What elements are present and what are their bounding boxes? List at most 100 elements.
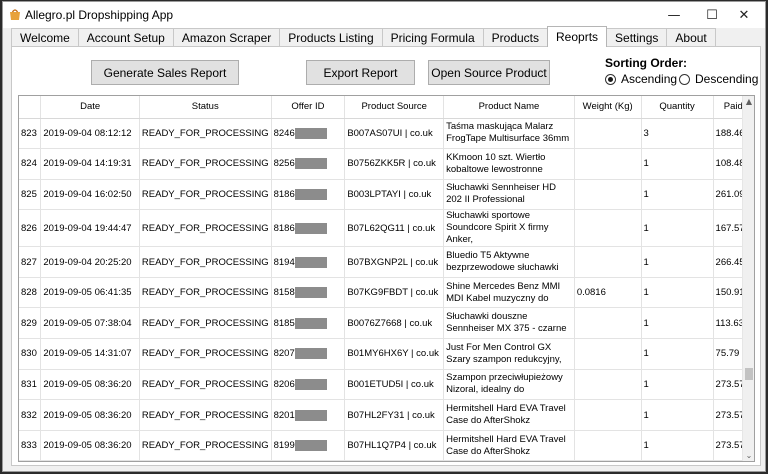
tab-welcome[interactable]: Welcome xyxy=(11,28,79,47)
row-number[interactable]: 824 xyxy=(19,148,42,180)
cell-product-name[interactable]: Słuchawki Sennheiser HD 202 II Professio… xyxy=(443,179,575,211)
cell-offer-id[interactable]: 8256 xyxy=(271,148,346,180)
cell-quantity[interactable]: 1 xyxy=(641,246,714,278)
tab-products[interactable]: Products xyxy=(482,28,549,47)
close-button[interactable]: ✕ xyxy=(721,2,765,28)
cell-status[interactable]: READY_FOR_PROCESSING xyxy=(139,118,272,150)
row-number[interactable]: 823 xyxy=(19,118,42,150)
cell-status[interactable]: READY_FOR_PROCESSING xyxy=(139,209,272,248)
cell-product-name[interactable]: Hermitshell Hard EVA Travel Case do Afte… xyxy=(443,430,575,461)
cell-offer-id[interactable]: 8186 xyxy=(271,179,346,211)
cell-weight[interactable] xyxy=(574,209,642,248)
cell-status[interactable]: READY_FOR_PROCESSING xyxy=(139,399,272,431)
table-row[interactable]: 830 2019-09-05 14:31:07 READY_FOR_PROCESSI… xyxy=(19,338,754,370)
cell-date[interactable]: 2019-09-04 08:12:12 xyxy=(40,118,140,150)
table-row[interactable]: 823 2019-09-04 08:12:12 READY_FOR_PROCESSI… xyxy=(19,118,754,150)
cell-product-source[interactable]: B0756ZKK5R | co.uk xyxy=(344,148,445,180)
cell-quantity[interactable]: 1 xyxy=(641,430,714,461)
cell-offer-id[interactable]: 8201 xyxy=(271,399,346,431)
row-number[interactable]: 829 xyxy=(19,307,42,340)
cell-weight[interactable] xyxy=(574,369,642,401)
row-number[interactable]: 828 xyxy=(19,277,42,309)
cell-product-name[interactable]: Słuchawki sportowe Soundcore Spirit X fi… xyxy=(443,209,575,248)
row-number[interactable]: 832 xyxy=(19,399,42,431)
orders-grid[interactable]: Date Status Offer ID Product Source Prod… xyxy=(18,95,755,462)
cell-product-source[interactable]: B0076Z7668 | co.uk xyxy=(344,307,445,340)
cell-quantity[interactable]: 1 xyxy=(641,338,714,370)
cell-product-source[interactable]: B003LPTAYI | co.uk xyxy=(344,179,445,211)
cell-offer-id[interactable]: 8199 xyxy=(271,430,346,461)
cell-weight[interactable] xyxy=(574,118,642,150)
row-number[interactable]: 830 xyxy=(19,338,42,370)
cell-status[interactable]: READY_FOR_PROCESSING xyxy=(139,369,272,401)
cell-offer-id[interactable]: 8185 xyxy=(271,307,346,340)
cell-product-name[interactable]: Taśma maskująca Malarz FrogTape Multisur… xyxy=(443,118,575,150)
cell-product-source[interactable]: B07HL1Q7P4 | co.uk xyxy=(344,430,445,461)
tab-amazon-scraper[interactable]: Amazon Scraper xyxy=(172,28,281,47)
column-header-quantity[interactable]: Quantity xyxy=(641,96,714,119)
cell-weight[interactable] xyxy=(574,307,642,340)
cell-status[interactable]: READY_FOR_PROCESSING xyxy=(139,338,272,370)
cell-status[interactable]: READY_FOR_PROCESSING xyxy=(139,246,272,278)
row-number[interactable]: 827 xyxy=(19,246,42,278)
table-row[interactable]: 826 2019-09-04 19:44:47 READY_FOR_PROCESSI… xyxy=(19,209,754,248)
cell-product-name[interactable]: Słuchawki douszne Sennheiser MX 375 - cz… xyxy=(443,307,575,340)
cell-weight[interactable] xyxy=(574,148,642,180)
cell-status[interactable]: READY_FOR_PROCESSING xyxy=(139,307,272,340)
cell-quantity[interactable]: 1 xyxy=(641,369,714,401)
cell-product-name[interactable]: Just For Men Control GX Szary szampon re… xyxy=(443,338,575,370)
column-header-date[interactable]: Date xyxy=(40,96,140,119)
table-row[interactable]: 824 2019-09-04 14:19:31 READY_FOR_PROCESSI… xyxy=(19,148,754,180)
column-header-product-source[interactable]: Product Source xyxy=(344,96,445,119)
column-header-weight[interactable]: Weight (Kg) xyxy=(574,96,642,119)
cell-status[interactable]: READY_FOR_PROCESSING xyxy=(139,148,272,180)
cell-status[interactable]: READY_FOR_PROCESSING xyxy=(139,277,272,309)
column-header-product-name[interactable]: Product Name xyxy=(443,96,575,119)
cell-product-source[interactable]: B07HL2FY31 | co.uk xyxy=(344,399,445,431)
scrollbar-thumb[interactable] xyxy=(745,368,753,380)
scroll-down-icon[interactable]: ⌄ xyxy=(743,451,754,460)
sort-descending-radio[interactable]: Descending xyxy=(679,72,758,86)
generate-sales-report-button[interactable]: Generate Sales Report xyxy=(91,60,239,85)
cell-weight[interactable] xyxy=(574,338,642,370)
cell-quantity[interactable]: 1 xyxy=(641,277,714,309)
row-number[interactable]: 826 xyxy=(19,209,42,248)
cell-product-name[interactable]: Shine Mercedes Benz MMI MDI Kabel muzycz… xyxy=(443,277,575,309)
table-row[interactable]: 827 2019-09-04 20:25:20 READY_FOR_PROCESSI… xyxy=(19,246,754,278)
cell-quantity[interactable]: 1 xyxy=(641,148,714,180)
row-number[interactable]: 833 xyxy=(19,430,42,461)
cell-quantity[interactable]: 1 xyxy=(641,307,714,340)
cell-date[interactable]: 2019-09-05 07:38:04 xyxy=(40,307,140,340)
cell-product-name[interactable]: Szampon przeciwłupieżowy Nizoral, idealn… xyxy=(443,369,575,401)
open-source-product-button[interactable]: Open Source Product xyxy=(428,60,550,85)
cell-product-source[interactable]: B001ETUD5I | co.uk xyxy=(344,369,445,401)
cell-weight[interactable]: 0.0816 xyxy=(574,277,642,309)
export-report-button[interactable]: Export Report xyxy=(306,60,415,85)
cell-date[interactable]: 2019-09-05 06:41:35 xyxy=(40,277,140,309)
cell-date[interactable]: 2019-09-05 08:36:20 xyxy=(40,369,140,401)
cell-weight[interactable] xyxy=(574,179,642,211)
cell-offer-id[interactable]: 8207 xyxy=(271,338,346,370)
cell-offer-id[interactable]: 8186 xyxy=(271,209,346,248)
cell-product-name[interactable]: Bluedio T5 Aktywne bezprzewodowe słuchaw… xyxy=(443,246,575,278)
table-row[interactable]: 831 2019-09-05 08:36:20 READY_FOR_PROCESSI… xyxy=(19,369,754,401)
tab-settings[interactable]: Settings xyxy=(606,28,668,47)
tab-about[interactable]: About xyxy=(666,28,716,47)
cell-date[interactable]: 2019-09-05 14:31:07 xyxy=(40,338,140,370)
cell-date[interactable]: 2019-09-04 14:19:31 xyxy=(40,148,140,180)
tab-account-setup[interactable]: Account Setup xyxy=(77,28,174,47)
row-number[interactable]: 825 xyxy=(19,179,42,211)
tab-products-listing[interactable]: Products Listing xyxy=(279,28,383,47)
cell-quantity[interactable]: 1 xyxy=(641,179,714,211)
cell-quantity[interactable]: 1 xyxy=(641,209,714,248)
tab-pricing-formula[interactable]: Pricing Formula xyxy=(381,28,484,47)
cell-weight[interactable] xyxy=(574,399,642,431)
table-row[interactable]: 825 2019-09-04 16:02:50 READY_FOR_PROCESSI… xyxy=(19,179,754,211)
tab-reports[interactable]: Reoprts xyxy=(547,26,608,47)
cell-weight[interactable] xyxy=(574,430,642,461)
cell-product-source[interactable]: B007AS07UI | co.uk xyxy=(344,118,445,150)
cell-status[interactable]: READY_FOR_PROCESSING xyxy=(139,179,272,211)
cell-date[interactable]: 2019-09-04 19:44:47 xyxy=(40,209,140,248)
cell-date[interactable]: 2019-09-04 20:25:20 xyxy=(40,246,140,278)
cell-status[interactable]: READY_FOR_PROCESSING xyxy=(139,430,272,461)
